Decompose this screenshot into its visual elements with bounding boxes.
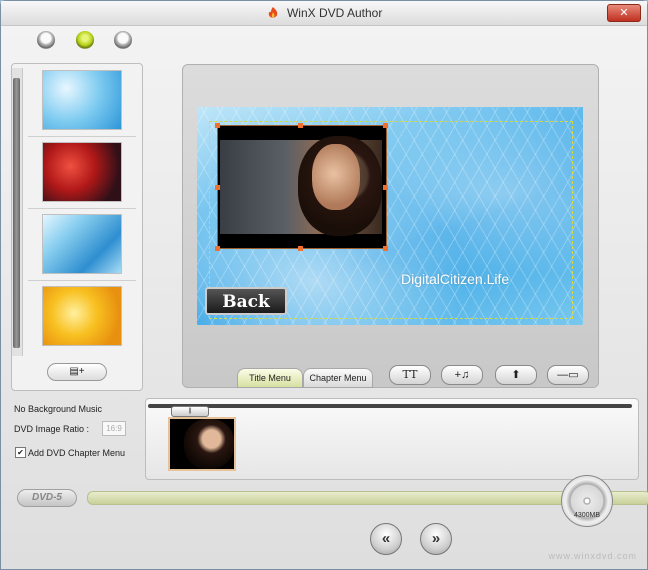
window-title: WinX DVD Author bbox=[1, 6, 647, 20]
app-window: WinX DVD Author ✕ ▤+ DigitalCitizen.Life… bbox=[0, 0, 648, 570]
flame-icon bbox=[268, 7, 277, 18]
title-bar: WinX DVD Author ✕ bbox=[1, 1, 647, 26]
chapter-menu-label: Add DVD Chapter Menu bbox=[28, 448, 126, 458]
video-face bbox=[312, 144, 360, 210]
resize-handle[interactable] bbox=[383, 246, 388, 251]
menu-toolbar: Title Menu Chapter Menu TT +♫ ⬆ —▭ bbox=[185, 361, 597, 388]
background-thumb-red-flowers[interactable] bbox=[42, 142, 122, 202]
tab-title-menu[interactable]: Title Menu bbox=[237, 368, 303, 388]
dvd-ratio-label: DVD Image Ratio : bbox=[14, 424, 90, 434]
timeline-knob[interactable]: || bbox=[171, 406, 209, 417]
text-tool-button[interactable]: TT bbox=[389, 365, 431, 385]
background-thumb-blue-bokeh[interactable] bbox=[42, 70, 122, 130]
next-button[interactable]: » bbox=[420, 523, 452, 555]
divider bbox=[28, 136, 136, 137]
resize-handle[interactable] bbox=[215, 246, 220, 251]
add-background-button[interactable]: ▤+ bbox=[47, 363, 107, 381]
add-music-button[interactable]: +♫ bbox=[441, 365, 483, 385]
resize-handle[interactable] bbox=[298, 123, 303, 128]
divider bbox=[28, 280, 136, 281]
disc-icon: 4300MB bbox=[561, 475, 613, 527]
background-thumb-blue-streaks[interactable] bbox=[42, 214, 122, 274]
chapter-bar-button[interactable]: —▭ bbox=[547, 365, 589, 385]
timeline-track[interactable]: || bbox=[148, 404, 632, 417]
mode-circle-3[interactable] bbox=[114, 31, 132, 49]
tab-chapter-menu[interactable]: Chapter Menu bbox=[303, 368, 373, 388]
dvd-type-button[interactable]: DVD-5 bbox=[17, 489, 77, 507]
disc-size-label: 4300MB bbox=[573, 512, 601, 519]
timeline-clip[interactable] bbox=[168, 417, 236, 471]
background-thumb-yellow-flowers[interactable] bbox=[42, 286, 122, 346]
resize-handle[interactable] bbox=[383, 185, 388, 190]
background-sidebar: ▤+ bbox=[11, 63, 143, 391]
footer-url: www.winxdvd.com bbox=[548, 551, 637, 561]
clip-face bbox=[184, 419, 234, 469]
divider bbox=[28, 208, 136, 209]
watermark-text: DigitalCitizen.Life bbox=[401, 271, 510, 287]
menu-canvas[interactable]: DigitalCitizen.Life Back bbox=[197, 107, 583, 325]
resize-handle[interactable] bbox=[383, 123, 388, 128]
mode-circle-2[interactable] bbox=[76, 31, 94, 49]
clip-timeline: || bbox=[145, 398, 639, 480]
close-button[interactable]: ✕ bbox=[607, 4, 641, 22]
previous-button[interactable]: « bbox=[370, 523, 402, 555]
background-music-label: No Background Music bbox=[14, 404, 103, 414]
title-video-thumbnail[interactable] bbox=[217, 125, 387, 249]
upload-button[interactable]: ⬆ bbox=[495, 365, 537, 385]
chapter-menu-checkbox[interactable]: ✔ bbox=[15, 447, 26, 458]
video-frame bbox=[220, 136, 382, 236]
sidebar-scrollbar[interactable] bbox=[12, 68, 23, 356]
resize-handle[interactable] bbox=[215, 123, 220, 128]
dvd-ratio-select[interactable]: 16:9 bbox=[102, 421, 126, 436]
window-title-text: WinX DVD Author bbox=[286, 6, 383, 20]
back-button[interactable]: Back bbox=[205, 287, 287, 315]
sidebar-scroll-thumb[interactable] bbox=[13, 78, 20, 348]
mode-circle-1[interactable] bbox=[37, 31, 55, 49]
resize-handle[interactable] bbox=[215, 185, 220, 190]
resize-handle[interactable] bbox=[298, 246, 303, 251]
